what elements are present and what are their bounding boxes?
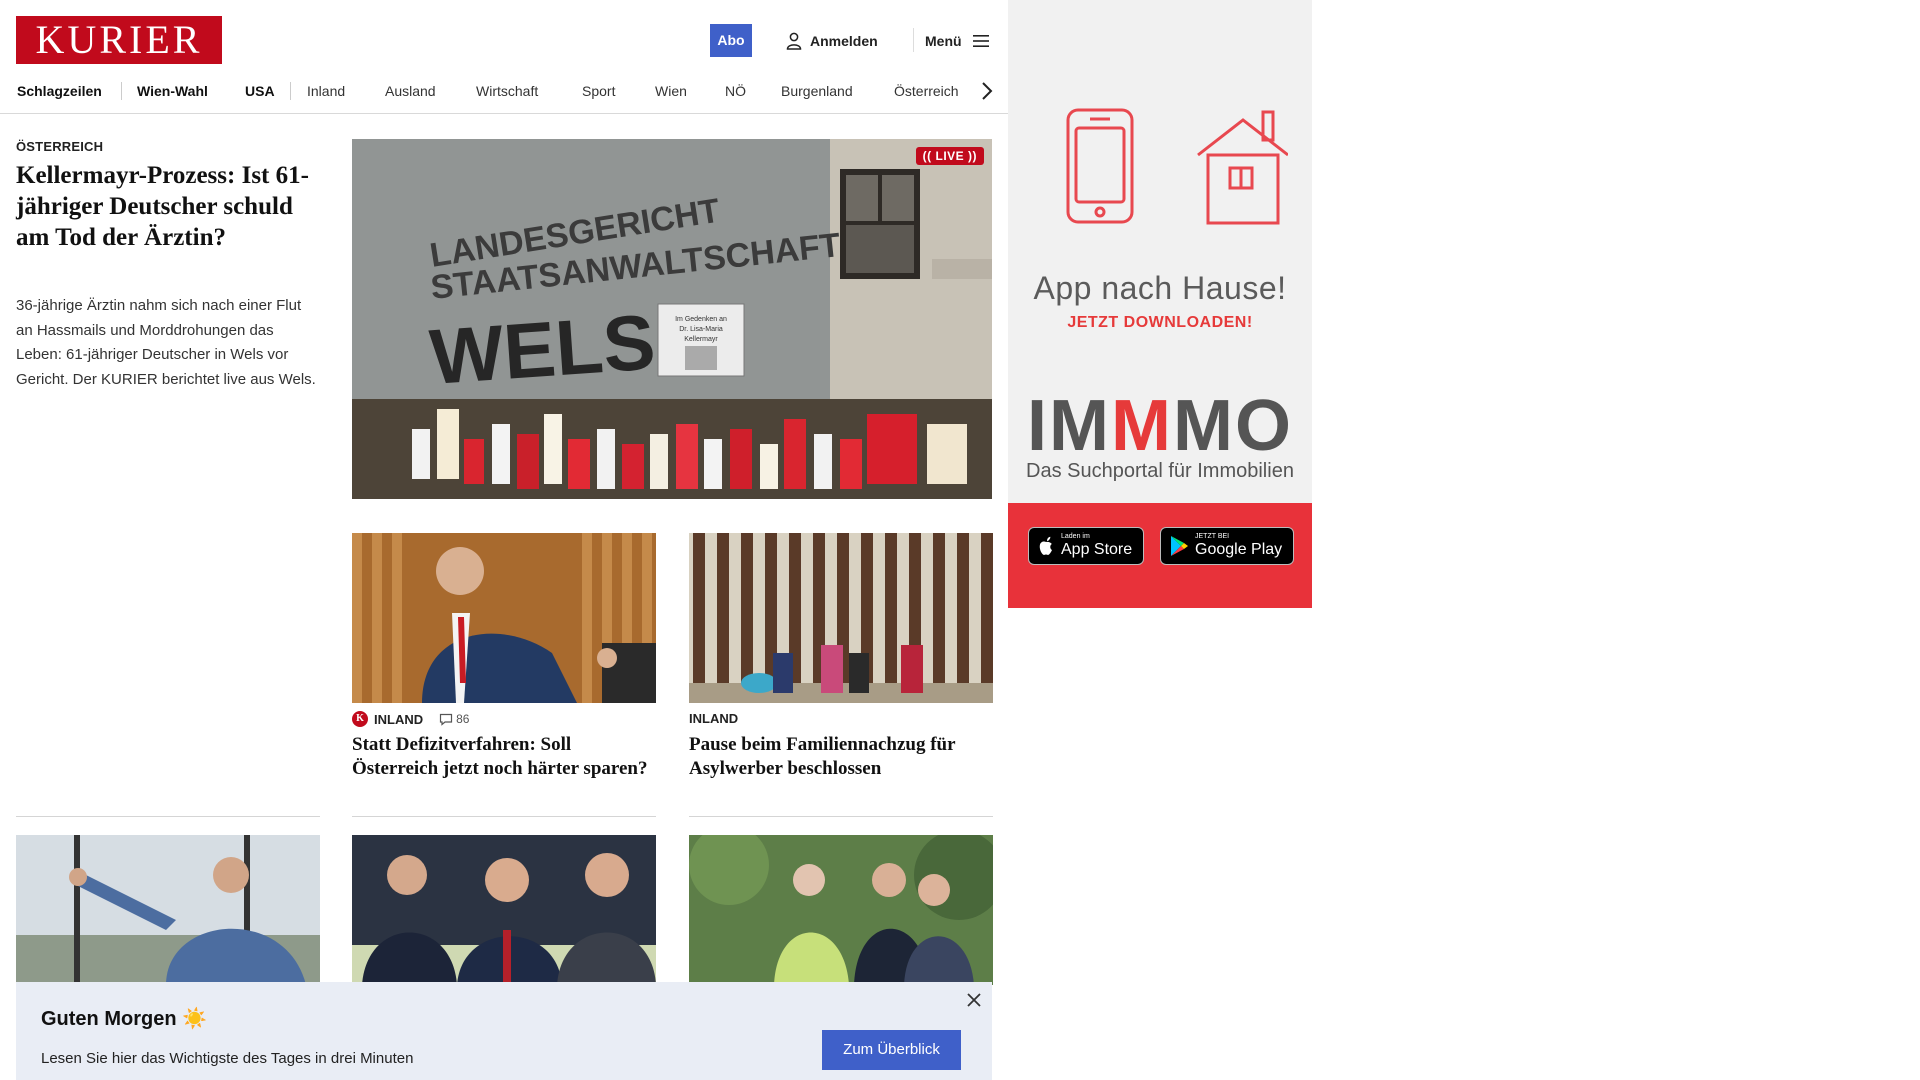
poster-line-2: Dr. Lisa-Maria <box>679 326 723 333</box>
user-icon <box>786 32 802 50</box>
nav-item-wien-wahl[interactable]: Wien-Wahl <box>137 80 208 102</box>
ad-illustration <box>1066 108 1288 225</box>
app-store-button[interactable]: Laden im App Store <box>1028 527 1144 565</box>
lead-headline[interactable]: Kellermayr-Prozess: Ist 61-jähriger Deut… <box>16 160 316 253</box>
nav-item-wien[interactable]: Wien <box>655 80 687 102</box>
login-label: Anmelden <box>810 33 878 49</box>
menu-label: Menü <box>925 33 962 49</box>
story-image-row3-1[interactable] <box>16 835 320 985</box>
ad-subtitle: JETZT DOWNLOADEN! <box>1067 314 1253 331</box>
story-kicker-defizit[interactable]: K INLAND 86 <box>352 711 469 727</box>
nav-item-burgenland[interactable]: Burgenland <box>781 80 853 102</box>
morning-briefing-banner: Guten Morgen ☀️ Lesen Sie hier das Wicht… <box>16 982 992 1080</box>
immmo-logo: IMMMO <box>1008 390 1312 462</box>
immmo-logo-a: IM <box>1027 386 1111 466</box>
lead-teaser: 36-jährige Ärztin nahm sich nach einer F… <box>16 297 316 388</box>
story-image-row3-3[interactable] <box>689 835 993 985</box>
story-image-familiennachzug[interactable] <box>689 533 993 703</box>
apple-icon <box>1039 536 1052 555</box>
header-divider <box>913 28 914 52</box>
royals-photo <box>689 835 993 985</box>
comment-count[interactable]: 86 <box>439 712 469 726</box>
comment-count-value: 86 <box>456 712 470 726</box>
abo-button[interactable]: Abo <box>710 24 752 57</box>
nav-item-schlagzeilen[interactable]: Schlagzeilen <box>17 80 102 102</box>
lead-image[interactable]: Im Gedenken an Dr. Lisa-Maria Kellermayr… <box>352 139 992 499</box>
googleplay-big-label: Google Play <box>1195 541 1283 558</box>
appstore-small-label: Laden im <box>1061 533 1090 540</box>
nav-item-inland[interactable]: Inland <box>307 80 345 102</box>
border-fence-photo <box>689 533 993 703</box>
house-icon <box>1197 110 1288 225</box>
story-category: INLAND <box>689 711 739 726</box>
story-headline-defizit[interactable]: Statt Defizitverfahren: Soll Österreich … <box>352 733 656 781</box>
story-kicker-familiennachzug[interactable]: INLAND <box>689 711 738 726</box>
story-image-defizit[interactable] <box>352 533 656 703</box>
nav-item-sport[interactable]: Sport <box>582 80 615 102</box>
story-headline-familiennachzug[interactable]: Pause beim Familiennachzug für Asylwerbe… <box>689 733 993 781</box>
nav-item-usa[interactable]: USA <box>245 80 275 102</box>
sign-line-3: WELS <box>427 297 658 401</box>
nav-divider <box>290 82 291 100</box>
man-at-window-photo <box>16 835 320 985</box>
ad-title: App nach Hause! <box>1033 270 1287 306</box>
login-button[interactable]: Anmelden <box>786 30 878 52</box>
google-play-button[interactable]: JETZT BEI Google Play <box>1160 527 1294 565</box>
poster-line-3: Kellermayr <box>684 336 718 343</box>
google-play-icon <box>1171 536 1188 556</box>
nav-item-oesterreich[interactable]: Österreich <box>894 80 959 102</box>
ad-tagline: Das Suchportal für Immobilien <box>1026 460 1294 482</box>
column-divider <box>16 816 320 817</box>
nav-item-wirtschaft[interactable]: Wirtschaft <box>476 80 538 102</box>
story-category: INLAND <box>374 711 424 727</box>
story-divider <box>352 816 656 817</box>
immmo-logo-c: MO <box>1172 386 1293 466</box>
menu-button[interactable]: Menü <box>925 30 990 52</box>
main-navigation: Schlagzeilen Wien-Wahl USA Inland Auslan… <box>0 74 1008 114</box>
hamburger-icon <box>972 35 989 47</box>
site: KURIER Abo Anmelden Menü Schlagzeilen Wi… <box>0 0 1008 1080</box>
immmo-logo-b: M <box>1111 386 1173 466</box>
poster-line-1: Im Gedenken an <box>675 316 727 323</box>
lead-kicker[interactable]: ÖSTERREICH <box>16 139 103 154</box>
appstore-big-label: App Store <box>1061 541 1133 558</box>
ad-store-area: Laden im App Store JETZT BEI Google Play <box>1008 503 1312 608</box>
nav-divider <box>121 82 122 100</box>
googleplay-small-label: JETZT BEI <box>1195 533 1230 540</box>
banner-text: Lesen Sie hier das Wichtigste des Tages … <box>41 1050 414 1067</box>
politician-photo <box>352 533 656 703</box>
nav-item-ausland[interactable]: Ausland <box>385 80 436 102</box>
chevron-right-icon[interactable] <box>975 78 999 104</box>
banner-title: Guten Morgen ☀️ <box>41 1008 208 1030</box>
nav-item-noe[interactable]: NÖ <box>725 80 746 102</box>
comment-icon <box>440 713 453 726</box>
overview-button[interactable]: Zum Überblick <box>822 1030 961 1070</box>
kurier-logo[interactable]: KURIER <box>16 16 222 64</box>
phone-icon <box>1066 108 1134 224</box>
close-icon[interactable] <box>964 990 984 1010</box>
courthouse-photo: Im Gedenken an Dr. Lisa-Maria Kellermayr… <box>352 139 992 499</box>
kurier-plus-badge: K <box>352 711 368 727</box>
live-badge: (( LIVE )) <box>915 147 984 165</box>
story-divider <box>689 816 993 817</box>
politicians-photo <box>352 835 656 985</box>
immmo-advertisement[interactable]: App nach Hause! JETZT DOWNLOADEN! IMMMO … <box>1008 0 1312 608</box>
story-image-row3-2[interactable] <box>352 835 656 985</box>
